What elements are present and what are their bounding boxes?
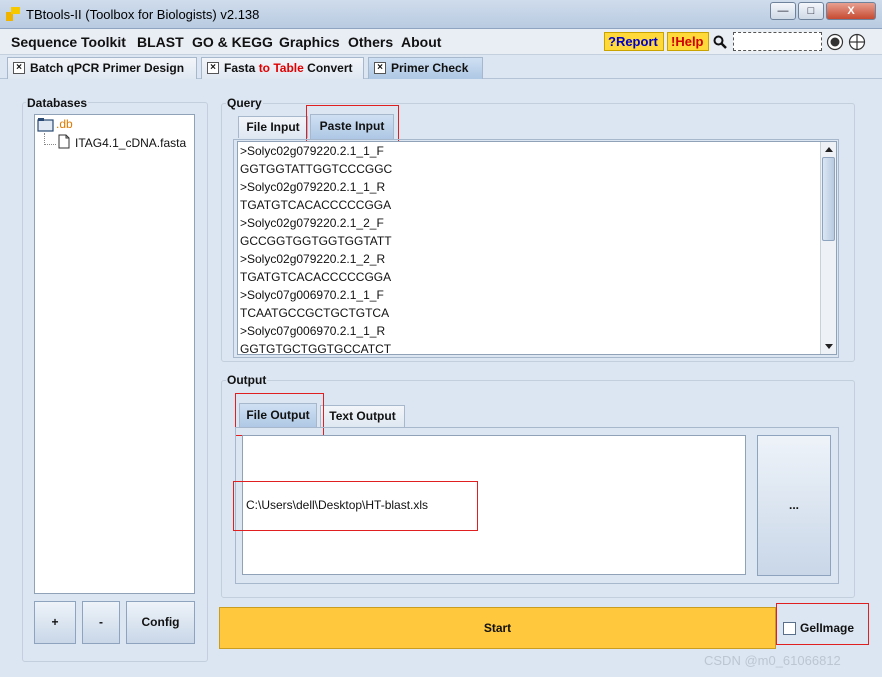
start-button[interactable]: Start xyxy=(219,607,776,649)
tab-label: Batch qPCR Primer Design xyxy=(30,61,185,75)
tree-file-item[interactable]: ITAG4.1_cDNA.fasta xyxy=(75,136,186,150)
sequence-line: TGATGTCACACCCCCGGA xyxy=(240,198,392,212)
scroll-thumb[interactable] xyxy=(822,157,835,241)
close-button[interactable]: X xyxy=(826,2,876,20)
remove-database-button[interactable]: - xyxy=(82,601,120,644)
watermark: CSDN @m0_61066812 xyxy=(704,653,841,668)
sequence-line: >Solyc07g006970.2.1_1_F xyxy=(240,288,384,302)
close-tab-icon[interactable]: × xyxy=(13,62,25,74)
gelimage-label: GelImage xyxy=(800,621,855,635)
tab-batch-qpcr-primer-design[interactable]: × Batch qPCR Primer Design xyxy=(7,57,197,79)
query-textarea[interactable]: >Solyc02g079220.2.1_1_F GGTGGTATTGGTCCCGG… xyxy=(237,141,837,355)
record-icon[interactable] xyxy=(826,33,844,51)
database-tree[interactable]: .db ITAG4.1_cDNA.fasta xyxy=(34,114,195,594)
tab-primer-check[interactable]: × Primer Check xyxy=(368,57,483,79)
scroll-up-icon[interactable] xyxy=(824,146,834,153)
config-button[interactable]: Config xyxy=(126,601,195,644)
tab-text-output[interactable]: Text Output xyxy=(320,405,405,427)
databases-title: Databases xyxy=(26,96,89,110)
sequence-line: GCCGGTGGTGGTGGTATT xyxy=(240,234,392,248)
app-icon xyxy=(6,7,20,21)
menu-sequence-toolkit[interactable]: Sequence Toolkit xyxy=(11,34,126,50)
menu-blast[interactable]: BLAST xyxy=(137,34,184,50)
tab-label-highlight: to Table xyxy=(258,61,304,75)
menu-bar: Sequence Toolkit BLAST GO & KEGG Graphic… xyxy=(0,29,882,55)
tab-file-input[interactable]: File Input xyxy=(238,116,308,138)
file-icon xyxy=(58,134,70,149)
sequence-line: >Solyc02g079220.2.1_1_F xyxy=(240,144,384,158)
scroll-down-icon[interactable] xyxy=(824,343,834,350)
search-input[interactable] xyxy=(733,32,822,51)
search-icon[interactable] xyxy=(713,35,727,49)
query-title: Query xyxy=(226,96,263,110)
tab-label-part: Fasta xyxy=(224,61,259,75)
tree-connector xyxy=(44,144,56,145)
browse-output-button[interactable]: ... xyxy=(757,435,831,576)
output-title: Output xyxy=(226,373,268,387)
window-title: TBtools-II (Toolbox for Biologists) v2.1… xyxy=(26,7,260,22)
highlight-box xyxy=(233,481,478,531)
menu-graphics[interactable]: Graphics xyxy=(279,34,340,50)
minimize-button[interactable]: — xyxy=(770,2,796,20)
sequence-line: >Solyc02g079220.2.1_1_R xyxy=(240,180,386,194)
sequence-line: TGATGTCACACCCCCGGA xyxy=(240,270,392,284)
query-scrollbar[interactable] xyxy=(820,142,836,354)
folder-icon xyxy=(37,118,54,132)
maximize-button[interactable]: □ xyxy=(798,2,824,20)
gelimage-checkbox[interactable] xyxy=(783,622,796,635)
sequence-line: >Solyc02g079220.2.1_2_F xyxy=(240,216,384,230)
sequence-line: >Solyc02g079220.2.1_2_R xyxy=(240,252,386,266)
tree-root-db[interactable]: .db xyxy=(56,117,73,131)
sequence-lines: >Solyc02g079220.2.1_1_F GGTGGTATTGGTCCCGG… xyxy=(240,142,393,355)
sequence-line: GGTGGTATTGGTCCCGGC xyxy=(240,162,393,176)
title-bar: TBtools-II (Toolbox for Biologists) v2.1… xyxy=(0,0,882,29)
tab-bar: × Batch qPCR Primer Design × Fasta to Ta… xyxy=(0,55,882,79)
tab-label-part: Convert xyxy=(303,61,353,75)
menu-about[interactable]: About xyxy=(401,34,441,50)
close-tab-icon[interactable]: × xyxy=(374,62,386,74)
grid-icon[interactable] xyxy=(848,33,866,51)
menu-go-kegg[interactable]: GO & KEGG xyxy=(192,34,273,50)
report-button[interactable]: ?Report xyxy=(604,32,664,51)
menu-others[interactable]: Others xyxy=(348,34,393,50)
add-database-button[interactable]: + xyxy=(34,601,76,644)
sequence-line: GGTGTGCTGGTGCCATCT xyxy=(240,342,392,355)
close-tab-icon[interactable]: × xyxy=(207,62,219,74)
sequence-line: >Solyc07g006970.2.1_1_R xyxy=(240,324,386,338)
help-button[interactable]: !Help xyxy=(667,32,709,51)
tab-label: Primer Check xyxy=(391,61,469,75)
tab-fasta-to-table-convert[interactable]: × Fasta to Table Convert xyxy=(201,57,364,79)
sequence-line: TCAATGCCGCTGCTGTCA xyxy=(240,306,390,320)
